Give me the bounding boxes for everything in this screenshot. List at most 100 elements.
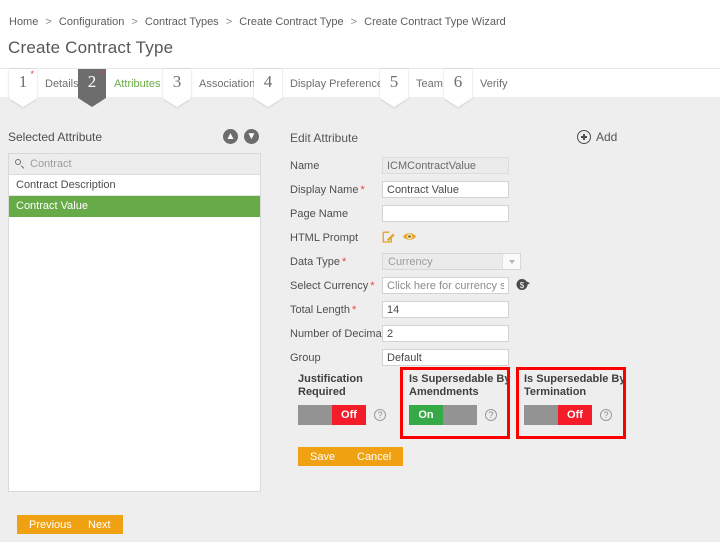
cancel-button[interactable]: Cancel [345, 447, 403, 466]
selected-attribute-panel: Contract Contract Description Contract V… [8, 153, 261, 492]
wizard-step-association[interactable]: 3 Association [163, 69, 255, 98]
switch-left-half [298, 405, 332, 425]
attribute-list-item-contract-description[interactable]: Contract Description [9, 175, 260, 196]
attribute-search-field[interactable]: Contract [9, 154, 260, 175]
step-number: 3 [173, 69, 182, 94]
breadcrumb-separator: > [226, 16, 232, 28]
label-page-name: Page Name [290, 208, 382, 220]
step-marker-tail [9, 98, 37, 107]
wizard-step-label-details: Details [45, 78, 79, 90]
previous-button[interactable]: Previous [17, 515, 84, 534]
breadcrumb-item-home[interactable]: Home [9, 16, 38, 28]
help-icon[interactable]: ? [374, 409, 386, 421]
label-text: Number of Decimals [290, 328, 390, 340]
required-asterisk: * [342, 256, 346, 268]
label-data-type: Data Type* [290, 256, 382, 268]
step-marker-tail [444, 98, 472, 107]
wizard-step-display-preference[interactable]: 4 Display Preference [254, 69, 383, 98]
highlight-box-termination [516, 367, 626, 439]
label-total-length: Total Length* [290, 304, 382, 316]
toggle-justification-required: Justification Required Off ? [298, 373, 403, 425]
label-text: Data Type [290, 256, 340, 268]
wizard-step-label-display-preference: Display Preference [290, 78, 383, 90]
wizard-step-verify[interactable]: 6 Verify [444, 69, 508, 98]
label-display-name: Display Name* [290, 184, 382, 196]
chevron-down-icon [502, 254, 520, 269]
toggle-label-justification-required: Justification Required [298, 373, 403, 399]
justification-required-switch[interactable]: Off [298, 405, 366, 425]
breadcrumb-separator: > [131, 16, 137, 28]
currency-picker-icon[interactable]: $ [516, 278, 530, 294]
selected-attribute-header: Selected Attribute ▲ ▼ [8, 129, 258, 149]
label-text: Display Name [290, 184, 358, 196]
arrow-down-circle-icon[interactable]: ▼ [244, 129, 259, 144]
step-marker-tail [163, 98, 191, 107]
label-select-currency: Select Currency* [290, 280, 382, 292]
switch-right-half: Off [332, 405, 366, 425]
plus-circle-icon [577, 130, 591, 144]
data-type-value: Currency [383, 256, 433, 268]
number-of-decimals-input[interactable] [382, 325, 509, 342]
save-button[interactable]: Save [298, 447, 347, 466]
group-input[interactable] [382, 349, 509, 366]
page-header: Home > Configuration > Contract Types > … [0, 0, 720, 68]
label-number-of-decimals: Number of Decimals* [290, 328, 382, 340]
step-number: 4 [264, 69, 273, 94]
step-marker-3: 3 [163, 69, 191, 98]
wizard-step-label-attributes: Attributes [114, 78, 160, 90]
wizard-step-label-verify: Verify [480, 78, 508, 90]
attribute-search-value: Contract [30, 158, 72, 170]
breadcrumb: Home > Configuration > Contract Types > … [9, 16, 506, 28]
page-name-input[interactable] [382, 205, 509, 222]
wizard-step-label-association: Association [199, 78, 255, 90]
display-name-input[interactable] [382, 181, 509, 198]
required-asterisk: * [360, 184, 364, 196]
field-row-page-name: Page Name [290, 205, 509, 222]
step-marker-4: 4 [254, 69, 282, 98]
html-prompt-actions [382, 231, 417, 245]
breadcrumb-separator: > [45, 16, 51, 28]
field-row-number-of-decimals: Number of Decimals* [290, 325, 509, 342]
breadcrumb-item-create-contract-type-wizard: Create Contract Type Wizard [364, 16, 506, 28]
step-marker-tail [78, 98, 106, 107]
next-button[interactable]: Next [76, 515, 123, 534]
breadcrumb-item-configuration[interactable]: Configuration [59, 16, 124, 28]
step-marker-5: 5 [380, 69, 408, 98]
name-input [382, 157, 509, 174]
step-marker-tail [380, 98, 408, 107]
label-text: Total Length [290, 304, 350, 316]
breadcrumb-item-create-contract-type[interactable]: Create Contract Type [239, 16, 343, 28]
add-attribute-button[interactable]: Add [577, 130, 617, 144]
page-title: Create Contract Type [8, 38, 173, 58]
label-text: Select Currency [290, 280, 368, 292]
field-row-display-name: Display Name* [290, 181, 509, 198]
required-asterisk: * [352, 304, 356, 316]
step-marker-6: 6 [444, 69, 472, 98]
eye-icon[interactable] [402, 231, 417, 245]
wizard-step-team[interactable]: 5 Team [380, 69, 443, 98]
required-asterisk: * [99, 70, 103, 79]
field-row-select-currency: Select Currency* $ [290, 277, 530, 294]
field-row-name: Name [290, 157, 509, 174]
wizard-step-attributes[interactable]: 2 * Attributes [78, 69, 160, 98]
edit-page-icon[interactable] [382, 231, 395, 244]
breadcrumb-item-contract-types[interactable]: Contract Types [145, 16, 219, 28]
breadcrumb-separator: > [351, 16, 357, 28]
required-asterisk: * [30, 70, 34, 79]
data-type-select: Currency [382, 253, 521, 270]
step-number: 5 [390, 69, 399, 94]
wizard-step-details[interactable]: 1 * Details [9, 69, 79, 98]
step-marker-tail [254, 98, 282, 107]
add-attribute-label: Add [596, 130, 617, 144]
select-currency-input[interactable] [382, 277, 509, 294]
step-marker-2: 2 * [78, 69, 106, 98]
required-asterisk: * [370, 280, 374, 292]
field-row-data-type: Data Type* Currency [290, 253, 521, 270]
total-length-input[interactable] [382, 301, 509, 318]
arrow-up-circle-icon[interactable]: ▲ [223, 129, 238, 144]
label-group: Group [290, 352, 382, 364]
svg-text:$: $ [520, 281, 525, 290]
attribute-list-item-contract-value[interactable]: Contract Value [9, 196, 260, 217]
wizard-step-bar: 1 * Details 2 * Attributes 3 Association… [0, 68, 720, 98]
edit-attribute-title: Edit Attribute [290, 131, 358, 145]
